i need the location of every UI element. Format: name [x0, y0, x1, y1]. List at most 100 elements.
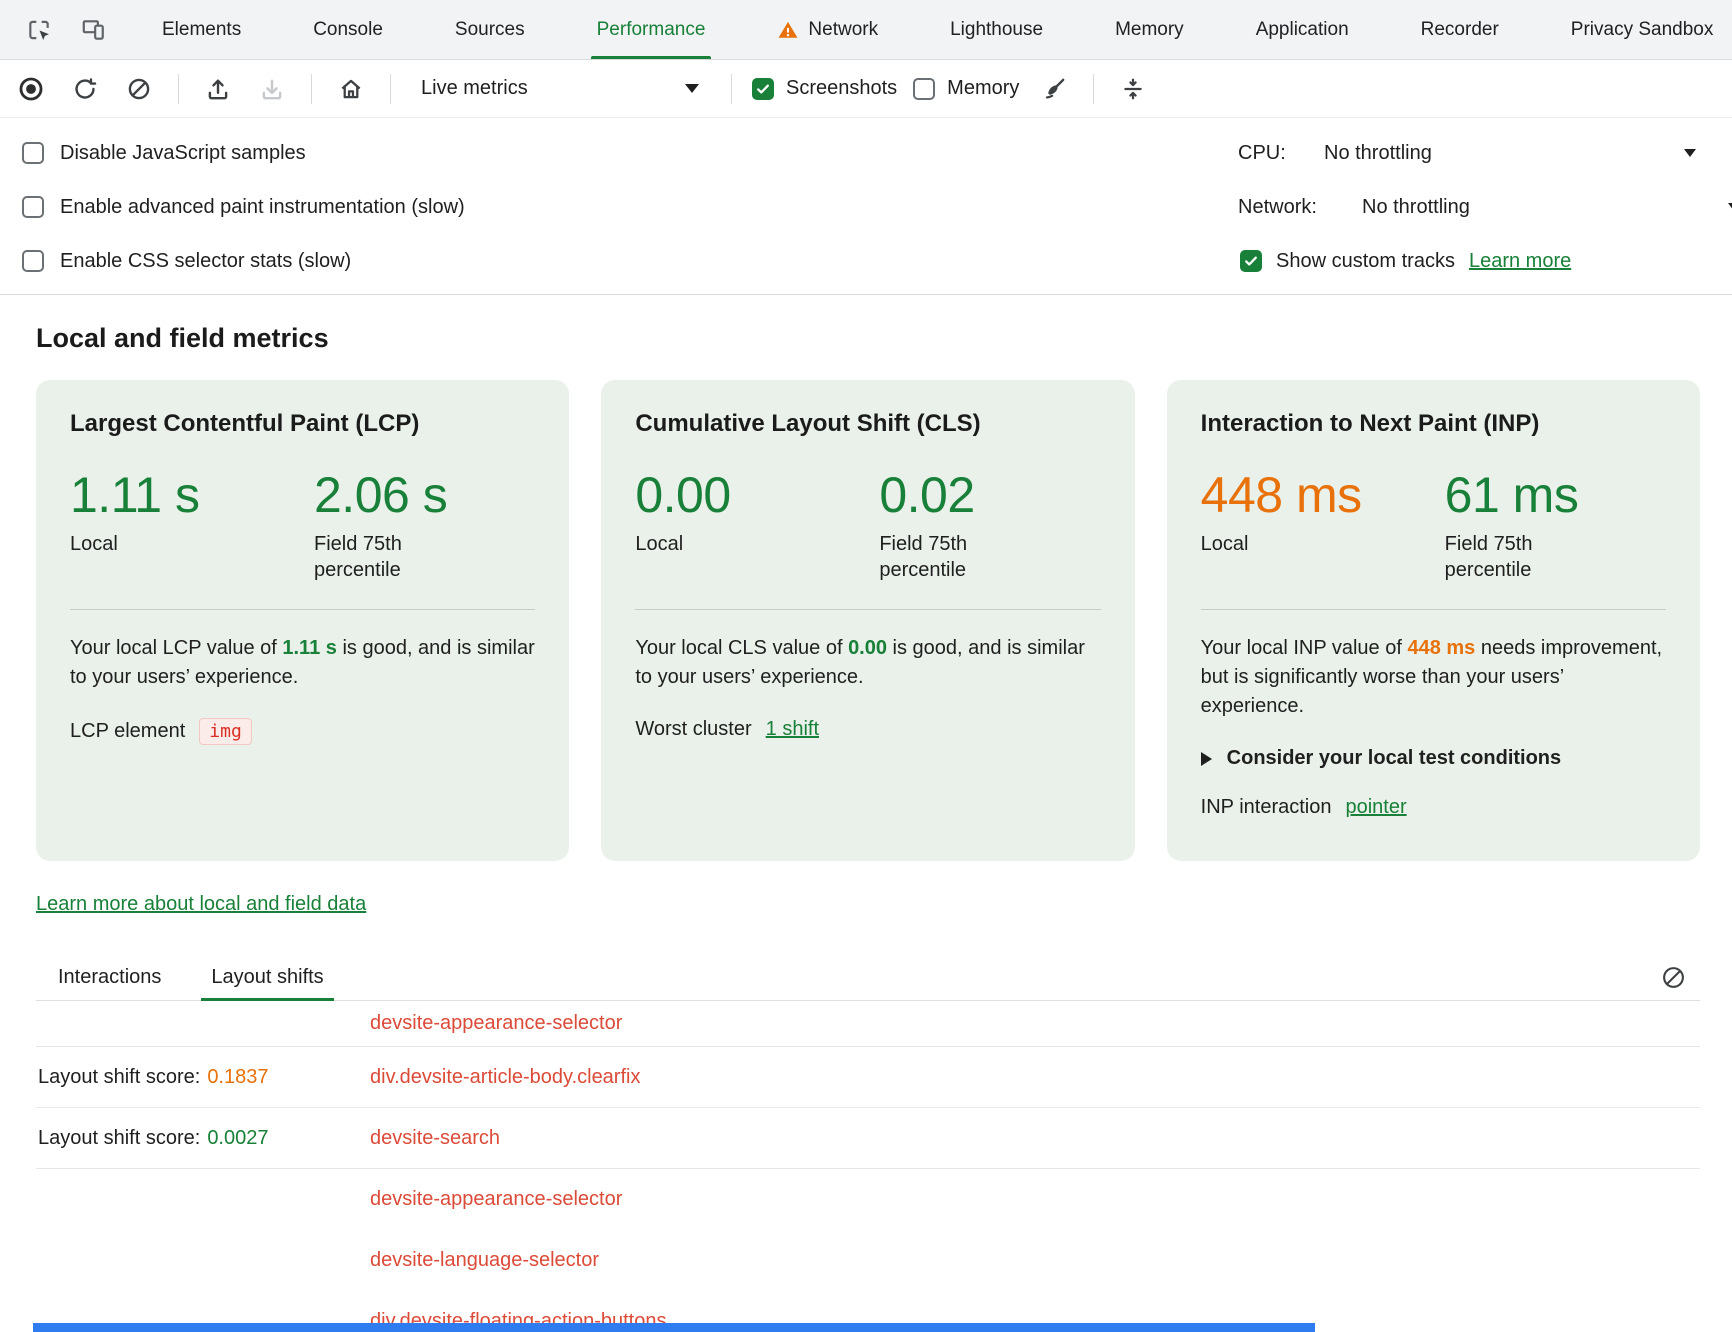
inp-interaction-link[interactable]: pointer: [1345, 796, 1406, 819]
inp-local-label: Local: [1201, 531, 1361, 557]
cpu-throttling-row: CPU: No throttling: [1238, 126, 1732, 180]
screenshots-toggle[interactable]: Screenshots: [752, 77, 897, 100]
broom-icon: [1041, 76, 1067, 102]
record-button[interactable]: [12, 70, 50, 108]
screenshots-checkbox[interactable]: [752, 78, 774, 100]
layout-shift-rows: devsite-appearance-selector Layout shift…: [36, 1001, 1700, 1332]
show-custom-tracks-checkbox[interactable]: [1240, 250, 1262, 272]
layout-shift-element-link[interactable]: devsite-search: [370, 1127, 500, 1149]
tab-application[interactable]: Application: [1220, 0, 1385, 59]
devtools-tabbar: Elements Console Sources Performance Net…: [0, 0, 1732, 60]
layout-shift-row[interactable]: Layout shift score:0.0027 devsite-search: [36, 1108, 1700, 1169]
network-throttling-select[interactable]: No throttling: [1362, 196, 1470, 219]
download-icon: [259, 76, 285, 102]
collapse-tracks-button[interactable]: [1114, 70, 1152, 108]
lcp-element-node-link[interactable]: img: [199, 718, 252, 745]
css-selector-stats-checkbox[interactable]: [22, 250, 44, 272]
chevron-down-icon[interactable]: [1728, 203, 1732, 211]
clear-button[interactable]: [120, 70, 158, 108]
tab-privacy-sandbox[interactable]: Privacy Sandbox: [1535, 0, 1732, 59]
tab-performance[interactable]: Performance: [561, 0, 742, 59]
inspect-element-button[interactable]: [20, 11, 58, 49]
disable-js-samples-checkbox[interactable]: [22, 142, 44, 164]
advanced-paint-toggle[interactable]: Enable advanced paint instrumentation (s…: [0, 180, 465, 234]
custom-tracks-learn-more-link[interactable]: Learn more: [1469, 250, 1571, 273]
toolbar-separator: [311, 74, 312, 104]
chevron-down-icon[interactable]: [1684, 149, 1696, 157]
layout-shift-element-link[interactable]: devsite-appearance-selector: [370, 1012, 622, 1034]
memory-toggle[interactable]: Memory: [913, 77, 1019, 100]
live-metrics-view: Local and field metrics Largest Contentf…: [0, 323, 1732, 1332]
tab-interactions[interactable]: Interactions: [54, 954, 165, 1000]
clear-log-button[interactable]: [1661, 965, 1686, 990]
lcp-local-value: 1.11 s: [70, 468, 314, 523]
layout-shift-row[interactable]: devsite-language-selector: [36, 1230, 1700, 1291]
inp-footer: INP interaction pointer: [1201, 796, 1666, 819]
disable-js-samples-label: Disable JavaScript samples: [60, 142, 306, 165]
css-selector-stats-toggle[interactable]: Enable CSS selector stats (slow): [0, 234, 465, 288]
worst-cluster-label: Worst cluster: [635, 718, 751, 741]
layout-shift-element-link[interactable]: devsite-language-selector: [370, 1249, 599, 1271]
view-mode-label: Live metrics: [421, 77, 528, 100]
tab-label: Recorder: [1421, 19, 1499, 41]
cls-description: Your local CLS value of 0.00 is good, an…: [635, 634, 1100, 692]
layout-shift-element-link[interactable]: div.devsite-article-body.clearfix: [370, 1066, 640, 1088]
tab-elements[interactable]: Elements: [126, 0, 277, 59]
layout-shift-row[interactable]: Layout shift score:0.1837 div.devsite-ar…: [36, 1047, 1700, 1108]
tab-label: Lighthouse: [950, 19, 1043, 41]
tab-memory[interactable]: Memory: [1079, 0, 1220, 59]
tab-label: Memory: [1115, 19, 1184, 41]
record-and-reload-button[interactable]: [66, 70, 104, 108]
tabbar-tools: [0, 0, 126, 59]
disable-js-samples-toggle[interactable]: Disable JavaScript samples: [0, 126, 465, 180]
expander-label: Consider your local test conditions: [1227, 747, 1562, 770]
show-custom-tracks-label: Show custom tracks: [1276, 250, 1455, 273]
lcp-card-title: Largest Contentful Paint (LCP): [70, 410, 535, 438]
lcp-element-label: LCP element: [70, 720, 185, 743]
memory-checkbox[interactable]: [913, 78, 935, 100]
clear-icon: [1661, 965, 1686, 990]
load-profile-button[interactable]: [199, 70, 237, 108]
device-toolbar-icon: [80, 17, 106, 43]
view-mode-select[interactable]: Live metrics: [411, 69, 711, 109]
desc-value: 1.11 s: [282, 637, 337, 659]
advanced-paint-checkbox[interactable]: [22, 196, 44, 218]
local-field-data-learn-more-link[interactable]: Learn more about local and field data: [36, 893, 366, 916]
card-divider: [635, 609, 1100, 610]
cls-local-column: 0.00 Local: [635, 468, 879, 583]
cpu-throttling-select[interactable]: No throttling: [1324, 142, 1432, 165]
lcp-footer: LCP element img: [70, 718, 535, 745]
worst-cluster-link[interactable]: 1 shift: [766, 718, 819, 741]
layout-shift-element-link[interactable]: devsite-appearance-selector: [370, 1188, 622, 1210]
toolbar-separator: [390, 74, 391, 104]
device-toolbar-button[interactable]: [74, 11, 112, 49]
score-label: Layout shift score:: [38, 1066, 200, 1088]
log-tabbar: Interactions Layout shifts: [36, 954, 1700, 1001]
tab-console[interactable]: Console: [277, 0, 419, 59]
tab-recorder[interactable]: Recorder: [1385, 0, 1535, 59]
inp-interaction-label: INP interaction: [1201, 796, 1332, 819]
advanced-paint-label: Enable advanced paint instrumentation (s…: [60, 196, 465, 219]
cls-local-value: 0.00: [635, 468, 879, 523]
chevron-down-icon: [685, 84, 699, 93]
layout-shift-row[interactable]: devsite-appearance-selector: [36, 1001, 1700, 1047]
layout-shift-score-cell: Layout shift score:0.0027: [36, 1127, 370, 1150]
local-test-conditions-expander[interactable]: Consider your local test conditions: [1201, 747, 1666, 770]
live-metrics-home-button[interactable]: [332, 70, 370, 108]
toolbar-separator: [178, 74, 179, 104]
save-profile-button[interactable]: [253, 70, 291, 108]
tab-network[interactable]: Network: [741, 0, 914, 59]
tab-label: Sources: [455, 19, 525, 41]
collect-garbage-button[interactable]: [1035, 70, 1073, 108]
layout-shift-score-cell: Layout shift score:0.1837: [36, 1066, 370, 1089]
tab-layout-shifts[interactable]: Layout shifts: [207, 954, 327, 1000]
record-icon: [17, 75, 45, 103]
memory-label: Memory: [947, 77, 1019, 100]
toolbar-separator: [731, 74, 732, 104]
layout-shift-row[interactable]: devsite-appearance-selector: [36, 1169, 1700, 1230]
tab-label: Application: [1256, 19, 1349, 41]
metric-cards: Largest Contentful Paint (LCP) 1.11 s Lo…: [36, 380, 1700, 861]
tab-lighthouse[interactable]: Lighthouse: [914, 0, 1079, 59]
css-selector-stats-label: Enable CSS selector stats (slow): [60, 250, 351, 273]
tab-sources[interactable]: Sources: [419, 0, 561, 59]
